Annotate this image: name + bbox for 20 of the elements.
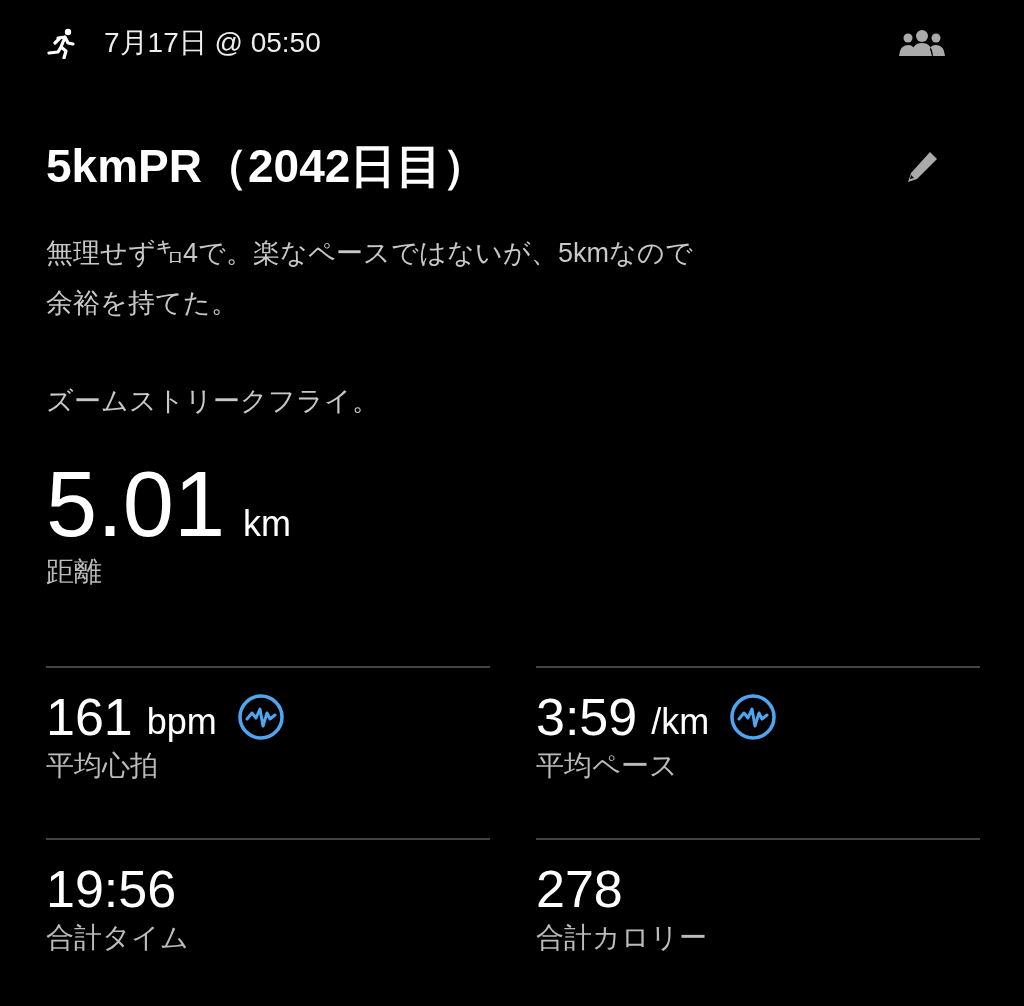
stat-value: 161 <box>46 687 133 747</box>
group-icon[interactable] <box>896 29 948 57</box>
heart-rate-chart-icon[interactable] <box>729 693 778 741</box>
activity-title: 5kmPR（2042日目） <box>46 139 489 194</box>
stat-value: 3:59 <box>536 687 638 747</box>
stat-label: 合計タイム <box>46 921 189 955</box>
description-text: 無理せず㌔4で。楽なペースではないが、5kmなので 余裕を持てた。 <box>46 237 695 320</box>
activity-datetime: 7月17日 @ 05:50 <box>104 26 321 60</box>
heart-rate-chart-icon[interactable] <box>236 693 285 741</box>
stat-value: 278 <box>536 859 623 919</box>
stat-unit: /km <box>651 701 710 743</box>
stat-label: 平均ペース <box>536 749 678 783</box>
distance-value: 5.01 <box>46 454 226 554</box>
stat-value: 19:56 <box>46 859 177 919</box>
description-text: ズームストリークフライ。 <box>46 385 380 418</box>
distance-unit: km <box>243 503 292 545</box>
stat-label: 合計カロリー <box>536 921 707 955</box>
stat-label: 平均心拍 <box>46 749 158 783</box>
stat-unit: bpm <box>146 701 217 743</box>
stat-label: 距離 <box>46 555 103 589</box>
